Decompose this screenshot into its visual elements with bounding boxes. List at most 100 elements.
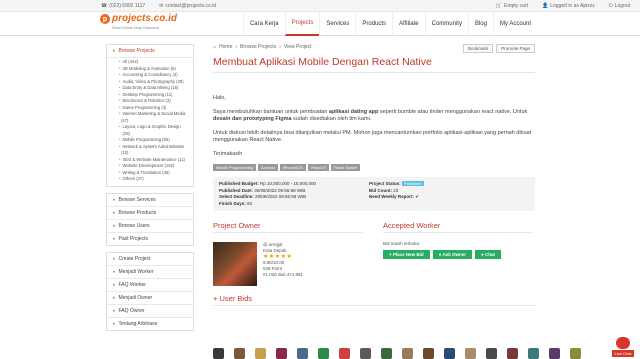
category-item[interactable]: • Network & System Administration xyxy=(119,144,187,151)
sidebar-menjadi-owner[interactable]: ▸ Menjadi Owner xyxy=(107,292,193,305)
sidebar-menjadi-worker[interactable]: ▸ Menjadi Worker xyxy=(107,266,193,279)
nav-community[interactable]: Community xyxy=(424,12,468,36)
avatar[interactable] xyxy=(549,348,560,359)
arrow-icon: ▸ xyxy=(113,294,116,301)
arrow-icon: ▸ xyxy=(113,268,116,275)
brand-tagline: Solusi Online Kerja Outsource xyxy=(112,26,159,30)
project-owner: Project Owner @ arrejjal Kota Depok ★★★★… xyxy=(213,221,363,286)
owner-heading: Project Owner xyxy=(213,221,363,233)
main-nav: Cara Kerja Projects Services Products Af… xyxy=(242,12,537,36)
project-info: Published Budget: Rp 10,000,000 - 15,000… xyxy=(213,177,535,211)
arrow-icon: ▸ xyxy=(113,320,116,327)
bidder-avatars xyxy=(213,348,581,359)
tag[interactable]: Mobile Programming xyxy=(213,164,256,171)
nav-cara-kerja[interactable]: Cara Kerja xyxy=(242,12,285,36)
avatar[interactable] xyxy=(507,348,518,359)
help-block: ▸ Create Project ▸ Menjadi Worker ▸ FAQ Wor… xyxy=(106,251,194,331)
avatar[interactable] xyxy=(528,348,539,359)
bookmark-button[interactable]: Bookmark xyxy=(462,44,494,53)
tag[interactable]: ReactJS xyxy=(307,164,330,171)
expand-icon: + xyxy=(213,294,218,303)
owner-worker-section: Project Owner @ arrejjal Kota Depok ★★★★… xyxy=(213,221,535,286)
tag[interactable]: iPhone/iOS xyxy=(279,164,306,171)
brand-logo[interactable]: p projects.co.id Solusi Online Kerja Out… xyxy=(100,13,178,30)
avatar[interactable] xyxy=(486,348,497,359)
status-badge: Published xyxy=(402,181,424,186)
nav-affiliate[interactable]: Affiliate xyxy=(392,12,425,36)
account-status: 👤 Logged in as Apizzz xyxy=(542,2,595,9)
place-bid-button[interactable]: + Place New Bid xyxy=(383,250,430,259)
live-chat-widget[interactable]: Live Chat xyxy=(612,337,634,357)
crumb-home[interactable]: Home xyxy=(219,44,232,50)
avatar[interactable] xyxy=(297,348,308,359)
avatar[interactable] xyxy=(234,348,245,359)
sidebar-browse-users[interactable]: ▸ Browse Users xyxy=(107,220,193,233)
ask-owner-button[interactable]: ● Ask Owner xyxy=(432,250,472,259)
sidebar-browse-services[interactable]: ▸ Browse Services xyxy=(107,194,193,207)
avatar[interactable] xyxy=(465,348,476,359)
sidebar-browse-products[interactable]: ▸ Browse Products xyxy=(107,207,193,220)
tag[interactable]: React Native xyxy=(331,164,360,171)
avatar[interactable] xyxy=(423,348,434,359)
avatar[interactable] xyxy=(360,348,371,359)
avatar[interactable] xyxy=(570,348,581,359)
tag-list: Mobile Programming Android iPhone/iOS Re… xyxy=(213,164,535,171)
category-block: ▸ Browse Projects • All (442) • 3D Modeling… xyxy=(106,44,194,187)
arrow-icon: ▸ xyxy=(113,196,116,203)
arrow-icon: ▸ xyxy=(113,235,116,242)
brand-name: projects.co.id xyxy=(112,13,178,24)
avatar[interactable] xyxy=(444,348,455,359)
chat-bubble-icon xyxy=(616,337,630,349)
live-chat-label: Live Chat xyxy=(612,350,634,357)
nav-services[interactable]: Services xyxy=(319,12,355,36)
sidebar-tentang-arbitrase[interactable]: ▸ Tentang Arbitrase xyxy=(107,318,193,330)
category-item[interactable]: • Internet Marketing & Social Media xyxy=(119,111,187,118)
crumb-browse-projects[interactable]: Browse Projects xyxy=(240,44,276,50)
nav-blog[interactable]: Blog xyxy=(467,12,493,36)
main-content: ⌂ Home › Browse Projects › View Project … xyxy=(213,44,535,306)
sidebar-browse-projects[interactable]: ▸ Browse Projects xyxy=(107,45,193,58)
worker-heading: Accepted Worker xyxy=(383,221,533,233)
category-item[interactable]: • Others (27) xyxy=(119,176,187,183)
avatar[interactable] xyxy=(213,348,224,359)
sidebar-faq-owner[interactable]: ▸ FAQ Owner xyxy=(107,305,193,318)
top-bar: ☎ (022) 6902 1117 ✉ contact@projects.co.… xyxy=(0,0,640,12)
arrow-icon: ▸ xyxy=(113,209,116,216)
category-list: • All (442) • 3D Modeling & Animation (6) … xyxy=(107,58,193,186)
logo-icon: p xyxy=(100,14,110,24)
owner-rank: #1,020 dari 471,981 xyxy=(263,272,304,277)
user-bids-heading: + User Bids xyxy=(213,294,535,306)
arrow-icon: ▸ xyxy=(113,48,116,54)
nav-my-account[interactable]: My Account xyxy=(492,12,537,36)
avatar[interactable] xyxy=(276,348,287,359)
sidebar-past-projects[interactable]: ▸ Past Projects xyxy=(107,233,193,245)
project-description: Halo, Saya membutuhkan bantuan untuk pem… xyxy=(213,95,535,158)
avatar[interactable] xyxy=(381,348,392,359)
logout-link[interactable]: ⏻ Logout xyxy=(609,3,630,9)
greeting: Halo, xyxy=(213,95,226,101)
tag[interactable]: Android xyxy=(257,164,278,171)
phone-info: ☎ (022) 6902 1117 xyxy=(101,2,146,9)
arrow-icon: ▸ xyxy=(113,307,116,314)
avatar[interactable] xyxy=(339,348,350,359)
bid-open-note: Bid masih terbuka. xyxy=(383,241,421,246)
arrow-icon: ▸ xyxy=(113,281,116,288)
avatar[interactable] xyxy=(402,348,413,359)
cart-link[interactable]: 🛒 Empty cart xyxy=(496,3,528,9)
accepted-worker: Accepted Worker Bid masih terbuka. + Pla… xyxy=(383,221,533,286)
sidebar-create-project[interactable]: ▸ Create Project xyxy=(107,253,193,266)
promote-page-button[interactable]: Promote Page xyxy=(496,44,535,53)
chat-button[interactable]: ● Chat xyxy=(474,250,501,259)
header: p projects.co.id Solusi Online Kerja Out… xyxy=(0,12,640,36)
description-para-2: Untuk diskusi lebih detailnya bisa dilan… xyxy=(213,129,532,144)
nav-projects[interactable]: Projects xyxy=(284,12,320,36)
category-item[interactable]: • Layout, Logo & Graphic Design (28) xyxy=(119,124,187,137)
sidebar-faq-worker[interactable]: ▸ FAQ Worker xyxy=(107,279,193,292)
arrow-icon: ▸ xyxy=(113,222,116,229)
avatar[interactable] xyxy=(318,348,329,359)
page-actions: Bookmark Promote Page xyxy=(462,44,535,53)
avatar[interactable] xyxy=(255,348,266,359)
nav-products[interactable]: Products xyxy=(355,12,392,36)
finish-row: Finish Days: 60 xyxy=(219,200,253,206)
owner-avatar[interactable] xyxy=(213,242,257,286)
